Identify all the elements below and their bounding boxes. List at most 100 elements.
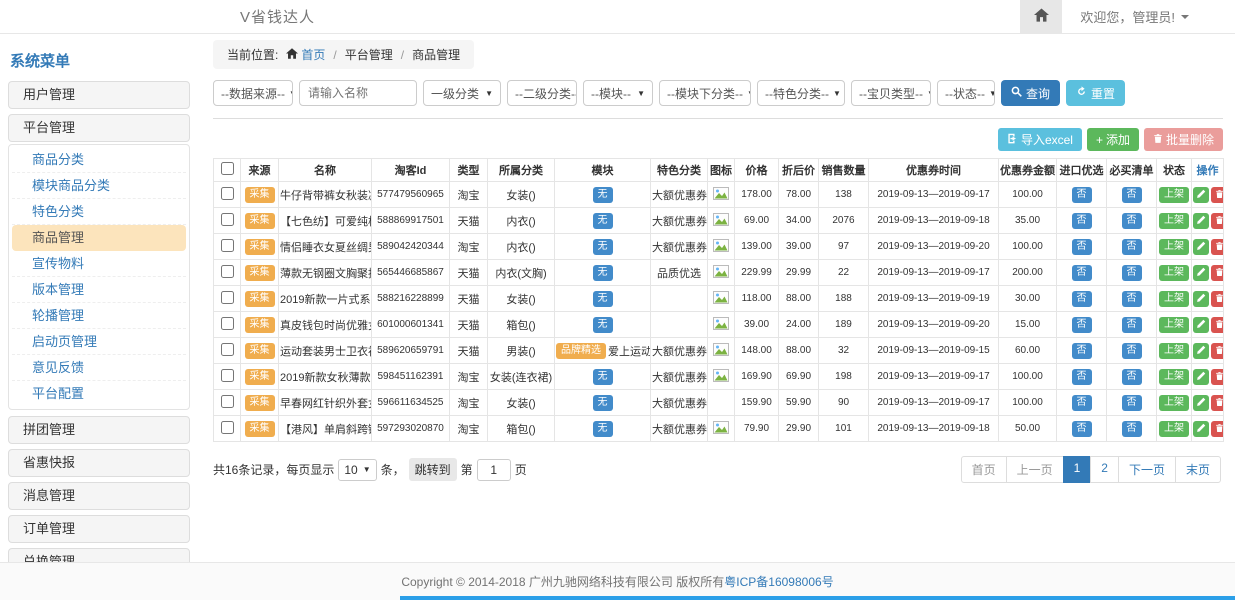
icp-link[interactable]: 粤ICP备16098006号 [724,573,833,590]
edit-button[interactable] [1193,187,1209,203]
filter-level2-category-select[interactable]: --二级分类--▼ [507,80,577,106]
ops-cell [1192,338,1224,364]
sidebar-item-1-4[interactable]: 宣传物料 [12,251,186,277]
breadcrumb-home-link[interactable]: 首页 [301,46,325,63]
product-image-icon[interactable] [713,269,729,281]
sidebar-group-4[interactable]: 消息管理 [8,482,190,510]
filter-module-subcategory-value: --模块下分类-- [667,85,743,102]
discount-price-cell: 34.00 [779,208,819,234]
delete-button[interactable] [1211,291,1224,307]
sidebar-group-2[interactable]: 拼团管理 [8,416,190,444]
reset-button[interactable]: 重置 [1066,80,1125,106]
source-cell: 采集 [241,364,279,390]
delete-button[interactable] [1211,421,1224,437]
page-button-5[interactable]: 末页 [1175,456,1221,483]
category-cell: 女装() [488,286,555,312]
sidebar-item-1-1[interactable]: 模块商品分类 [12,173,186,199]
filter-module-select[interactable]: --模块--▼ [583,80,653,106]
product-image-icon[interactable] [713,295,729,307]
product-image-icon[interactable] [713,347,729,359]
filter-status-select[interactable]: --状态--▼ [937,80,995,106]
filter-level1-category-select[interactable]: 一级分类▼ [423,80,501,106]
page-button-3[interactable]: 2 [1090,456,1119,483]
sidebar-item-1-9[interactable]: 平台配置 [12,381,186,407]
row-checkbox[interactable] [221,421,234,434]
sales-cell: 2076 [819,208,869,234]
edit-button[interactable] [1193,291,1209,307]
import-excel-button[interactable]: 导入excel [998,128,1082,151]
feature-cell: 品质优选 [651,260,708,286]
delete-button[interactable] [1211,343,1224,359]
delete-button[interactable] [1211,317,1224,333]
sidebar-group-1[interactable]: 平台管理 [8,114,190,142]
sidebar-item-1-0[interactable]: 商品分类 [12,147,186,173]
name-cell: 真皮钱包时尚优雅女士... [279,312,372,338]
sidebar-group-0[interactable]: 用户管理 [8,81,190,109]
select-all-checkbox[interactable] [221,162,234,175]
page-button-4[interactable]: 下一页 [1118,456,1176,483]
ops-cell [1192,390,1224,416]
edit-button[interactable] [1193,317,1209,333]
name-search-input[interactable] [299,80,417,106]
page-size-select[interactable]: 10 ▼ [338,459,376,481]
edit-icon [1196,343,1206,358]
sidebar-item-1-5[interactable]: 版本管理 [12,277,186,303]
page-button-2[interactable]: 1 [1063,456,1092,483]
sidebar-item-1-6[interactable]: 轮播管理 [12,303,186,329]
row-checkbox[interactable] [221,369,234,382]
product-image-icon[interactable] [713,321,729,333]
edit-button[interactable] [1193,395,1209,411]
edit-button[interactable] [1193,213,1209,229]
sidebar-group-5[interactable]: 订单管理 [8,515,190,543]
edit-button[interactable] [1193,265,1209,281]
edit-button[interactable] [1193,239,1209,255]
row-checkbox[interactable] [221,395,234,408]
module-wrap: 无 [593,421,613,437]
status-badge: 上架 [1159,369,1189,385]
edit-button[interactable] [1193,421,1209,437]
jump-button[interactable]: 跳转到 [409,458,457,481]
product-image-icon[interactable] [713,217,729,229]
edit-button[interactable] [1193,369,1209,385]
sidebar-group-3[interactable]: 省惠快报 [8,449,190,477]
delete-button[interactable] [1211,187,1224,203]
row-checkbox[interactable] [221,213,234,226]
user-menu[interactable]: 欢迎您，管理员! [1062,0,1235,34]
module-wrap: 无 [593,395,613,411]
delete-button[interactable] [1211,395,1224,411]
filter-module-subcategory-select[interactable]: --模块下分类--▼ [659,80,751,106]
ops-cell [1192,364,1224,390]
product-image-icon[interactable] [713,191,729,203]
add-button[interactable]: + 添加 [1087,128,1139,151]
row-checkbox[interactable] [221,291,234,304]
row-checkbox[interactable] [221,239,234,252]
delete-button[interactable] [1211,265,1224,281]
row-checkbox[interactable] [221,187,234,200]
module-wrap: 品牌精选爱上运动 [556,343,651,359]
home-button[interactable] [1020,0,1062,34]
delete-button[interactable] [1211,369,1224,385]
row-checkbox[interactable] [221,343,234,356]
sidebar-item-1-3[interactable]: 商品管理 [12,225,186,251]
sidebar-item-1-7[interactable]: 启动页管理 [12,329,186,355]
name-cell: 【七色纺】可爱纯棉家... [279,208,372,234]
row-checkbox[interactable] [221,265,234,278]
product-image-icon[interactable] [713,425,729,437]
column-header-3: 类型 [450,159,488,182]
row-checkbox[interactable] [221,317,234,330]
search-button[interactable]: 查询 [1001,80,1060,106]
filter-data-source-select[interactable]: --数据来源--▼ [213,80,293,106]
jump-page-input[interactable] [477,459,511,481]
delete-button[interactable] [1211,239,1224,255]
edit-button[interactable] [1193,343,1209,359]
sidebar-item-1-8[interactable]: 意见反馈 [12,355,186,381]
product-image-icon[interactable] [713,243,729,255]
delete-button[interactable] [1211,213,1224,229]
filter-feature-category-select[interactable]: --特色分类--▼ [757,80,845,106]
filter-item-type-select[interactable]: --宝贝类型--▼ [851,80,931,106]
batch-delete-button[interactable]: 批量删除 [1144,128,1223,151]
import-opt-cell: 否 [1057,364,1107,390]
type-cell: 天猫 [450,338,488,364]
product-image-icon[interactable] [713,373,729,385]
sidebar-item-1-2[interactable]: 特色分类 [12,199,186,225]
